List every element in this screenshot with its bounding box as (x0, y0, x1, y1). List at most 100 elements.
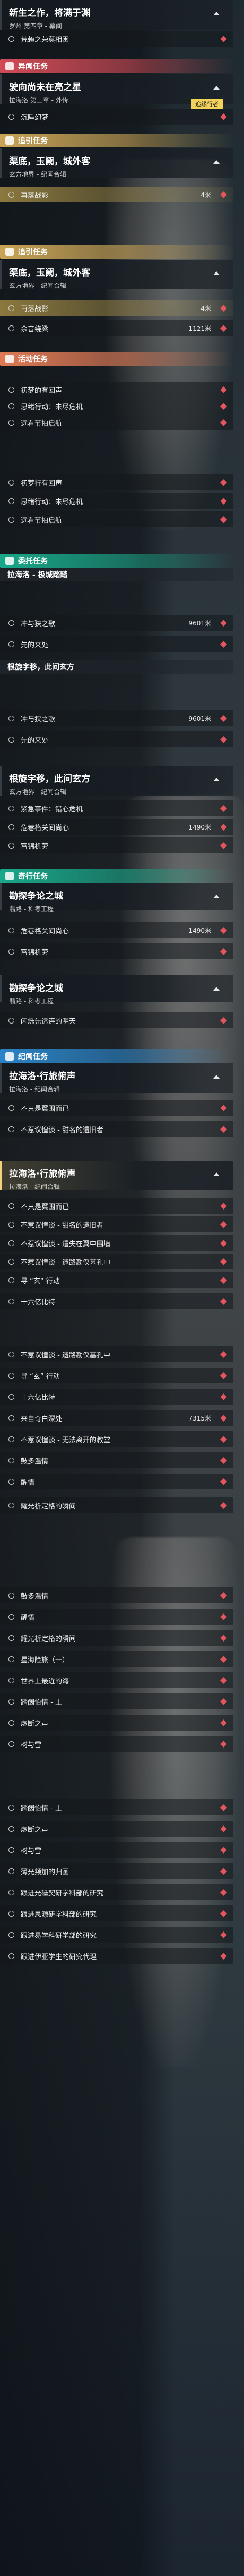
map-pin-icon[interactable] (220, 736, 227, 743)
map-pin-icon[interactable] (220, 1655, 227, 1663)
objective-item[interactable]: 余音绕梁 1121米 (0, 320, 233, 336)
map-pin-icon[interactable] (220, 1258, 227, 1265)
objective-item[interactable]: 思绪行动：未尽危机 (0, 398, 233, 414)
map-pin-icon[interactable] (220, 1351, 227, 1358)
map-pin-icon[interactable] (220, 1698, 227, 1705)
objective-item[interactable]: 不惹议惶谈 - 遗路勘仪墓孔中 (0, 1254, 233, 1269)
quest-group-title[interactable]: 拉海洛 - 极城踏踏 (0, 568, 233, 581)
objective-item[interactable]: 十六亿比特 (0, 1293, 233, 1309)
map-pin-icon[interactable] (220, 1592, 227, 1599)
collapse-caret-icon[interactable] (213, 271, 220, 275)
collapse-caret-icon[interactable] (213, 778, 220, 781)
objective-item[interactable]: 不惹议惶谈 - 遗路勘仪墓孔中 (0, 1346, 233, 1362)
map-pin-icon[interactable] (220, 1910, 227, 1917)
map-pin-icon[interactable] (220, 1825, 227, 1832)
map-pin-icon[interactable] (220, 619, 227, 627)
map-pin-icon[interactable] (220, 1677, 227, 1684)
objective-item[interactable]: 思绪行动：未尽危机 (0, 493, 233, 509)
category-header[interactable]: 纪闻任务 (0, 1049, 233, 1063)
map-pin-icon[interactable] (220, 1372, 227, 1379)
objective-item[interactable]: 跟进易学科研学部的研究 (0, 1927, 233, 1943)
map-pin-icon[interactable] (220, 1846, 227, 1854)
map-pin-icon[interactable] (220, 1239, 227, 1247)
map-pin-icon[interactable] (220, 1276, 227, 1284)
objective-item[interactable]: 世界上最近的海 (0, 1672, 233, 1688)
map-pin-icon[interactable] (220, 497, 227, 505)
quest-card[interactable]: 根旋字移，此间玄方 玄方地界 - 纪闻合辑 (0, 766, 233, 796)
map-pin-icon[interactable] (220, 1719, 227, 1726)
map-pin-icon[interactable] (220, 419, 227, 426)
objective-item[interactable]: 冲与狭之歌 9601米 (0, 615, 233, 631)
map-pin-icon[interactable] (220, 324, 227, 332)
map-pin-icon[interactable] (220, 1613, 227, 1620)
map-pin-icon[interactable] (220, 1104, 227, 1111)
category-header[interactable]: 奇行任务 (0, 869, 233, 883)
map-pin-icon[interactable] (220, 1634, 227, 1642)
objective-item[interactable]: 虚断之声 (0, 1821, 233, 1837)
objective-item[interactable]: 不只是翼围而已 (0, 1100, 233, 1116)
quest-card[interactable]: 渠底，玉阙，城外客 玄方地界 - 纪闻合辑 (0, 260, 233, 289)
map-pin-icon[interactable] (220, 1952, 227, 1960)
map-pin-icon[interactable] (220, 714, 227, 722)
category-header[interactable]: 活动任务 (0, 352, 233, 366)
map-pin-icon[interactable] (220, 1393, 227, 1400)
collapse-caret-icon[interactable] (213, 1075, 220, 1079)
map-pin-icon[interactable] (220, 823, 227, 831)
objective-item[interactable]: 不惹议惶谈 - 甜名的遗旧者 (0, 1121, 233, 1137)
category-header[interactable]: 追引任务 (0, 245, 233, 259)
objective-item[interactable]: 远看节拍启航 (0, 511, 233, 527)
objective-item[interactable]: 醒悟 (0, 1609, 233, 1625)
objective-item[interactable]: 踏阔怡情 - 上 (0, 1799, 233, 1815)
map-pin-icon[interactable] (220, 948, 227, 955)
objective-item[interactable]: 不惹议惶谈 - 无法离开的教堂 (0, 1431, 233, 1447)
collapse-caret-icon[interactable] (213, 987, 220, 991)
objective-item[interactable]: 十六亿比特 (0, 1389, 233, 1405)
map-pin-icon[interactable] (220, 304, 227, 312)
objective-item[interactable]: 薄光频加的归画 (0, 1863, 233, 1879)
objective-item[interactable]: 虚断之声 (0, 1715, 233, 1731)
objective-item[interactable]: 沉睡幻梦 (0, 109, 233, 125)
objective-item[interactable]: 星海险旅（一） (0, 1651, 233, 1667)
objective-item[interactable]: 荒赖之荣莫相困 (0, 31, 233, 47)
map-pin-icon[interactable] (220, 1804, 227, 1811)
objective-item[interactable]: 富锦机劳 (0, 837, 233, 853)
objective-item[interactable]: 跟进光磁契研学科部的研究 (0, 1884, 233, 1900)
quest-card[interactable]: 勘探争论之城 翡路 - 科考工程 (0, 975, 233, 1005)
objective-item[interactable]: 耀光析定格的瞬间 (0, 1497, 233, 1513)
objective-item[interactable]: 不惹议惶谈 - 甜名的遗旧者 (0, 1216, 233, 1232)
quest-card[interactable]: 拉海洛·行旅俯声 拉海洛 - 纪闻合辑 (0, 1161, 233, 1190)
objective-item[interactable]: 鼓多温情 (0, 1452, 233, 1468)
quest-group-title[interactable]: 根旋字移，此间玄方 (0, 660, 233, 674)
map-pin-icon[interactable] (220, 1414, 227, 1422)
map-pin-icon[interactable] (220, 1125, 227, 1133)
map-pin-icon[interactable] (220, 35, 227, 42)
map-pin-icon[interactable] (220, 386, 227, 393)
map-pin-icon[interactable] (220, 1202, 227, 1210)
map-pin-icon[interactable] (220, 1740, 227, 1748)
objective-item[interactable]: 树与雪 (0, 1736, 233, 1752)
collapse-caret-icon[interactable] (213, 895, 220, 898)
objective-item[interactable]: 耀光析定格的瞬间 (0, 1630, 233, 1646)
map-pin-icon[interactable] (220, 1867, 227, 1875)
map-pin-icon[interactable] (220, 805, 227, 812)
map-pin-icon[interactable] (220, 1502, 227, 1509)
objective-item[interactable]: 踏阔怡情 - 上 (0, 1693, 233, 1709)
objective-item[interactable]: 树与雪 (0, 1842, 233, 1858)
quest-card[interactable]: 拉海洛·行旅俯声 拉海洛 - 纪闻合辑 (0, 1063, 233, 1093)
category-header[interactable]: 异闻任务 (0, 59, 233, 73)
collapse-caret-icon[interactable] (213, 12, 220, 15)
collapse-caret-icon[interactable] (213, 1172, 220, 1176)
objective-item[interactable]: 紧急事件：错心危机 (0, 800, 233, 816)
objective-item[interactable]: 再落战影 4米 (0, 187, 233, 202)
map-pin-icon[interactable] (220, 479, 227, 486)
map-pin-icon[interactable] (220, 842, 227, 849)
objective-item[interactable]: 不只是翼围而已 (0, 1198, 233, 1214)
objective-item[interactable]: 跟进伊亚学生的研究代理 (0, 1948, 233, 1964)
collapse-caret-icon[interactable] (213, 160, 220, 164)
quest-card[interactable]: 勘探争论之城 翡路 - 科考工程 (0, 883, 233, 913)
quest-card[interactable]: 渠底，玉阙，城外客 玄方地界 - 纪闻合辑 (0, 148, 233, 178)
map-pin-icon[interactable] (220, 113, 227, 120)
collapse-caret-icon[interactable] (213, 86, 220, 90)
quest-card[interactable]: 新生之作，将满于渊 罗州 第四章 - 幕间 (0, 0, 233, 30)
map-pin-icon[interactable] (220, 1478, 227, 1485)
